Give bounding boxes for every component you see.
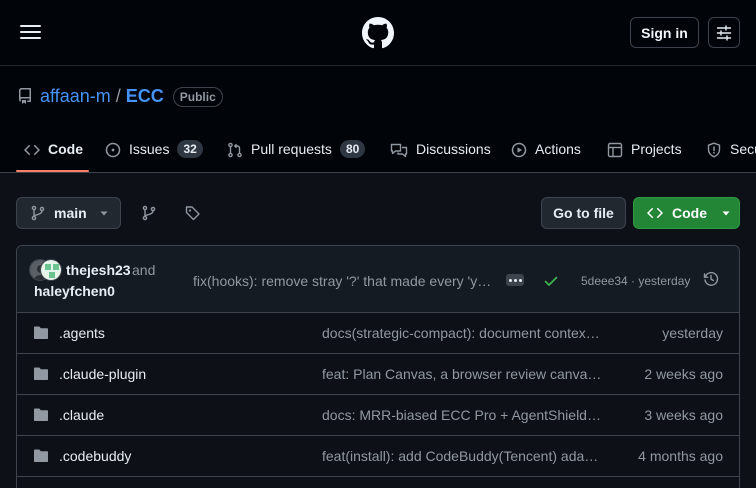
commit-author-link[interactable]: thejesh23: [66, 262, 131, 278]
hamburger-menu-icon[interactable]: [17, 21, 45, 43]
visibility-badge: Public: [172, 86, 223, 107]
table-row[interactable]: .claude docs: MRR-biased ECC Pro + AgentS…: [17, 395, 739, 436]
tab-security-label: Security: [730, 141, 756, 157]
file-name-link[interactable]: .agents: [59, 325, 105, 341]
sliders-icon: [716, 24, 732, 41]
branch-select-button[interactable]: main: [16, 197, 121, 229]
git-branch-icon: [31, 205, 45, 221]
file-commit-message-link[interactable]: docs: MRR-biased ECC Pro + AgentShield s…: [322, 407, 603, 423]
file-browser: thejesh23 and haleyfchen0 fix(hooks): re…: [16, 245, 740, 488]
repo-icon: [17, 88, 33, 104]
expand-commit-message-button[interactable]: [506, 274, 524, 286]
tab-actions-label: Actions: [535, 141, 581, 157]
repo-title: affaan-m / ECC Public: [40, 86, 223, 107]
repo-name-link[interactable]: ECC: [126, 86, 164, 107]
tab-projects-label: Projects: [631, 141, 682, 157]
branch-name: main: [54, 205, 87, 221]
triangle-down-icon: [100, 211, 108, 216]
file-name-link[interactable]: .claude-plugin: [59, 366, 146, 382]
github-logo-icon[interactable]: [362, 17, 394, 49]
folder-icon: [33, 448, 49, 464]
settings-sliders-button[interactable]: [708, 17, 740, 48]
tab-security[interactable]: Security: [706, 138, 756, 173]
issues-count-badge: 32: [177, 140, 203, 158]
file-commit-date: yesterday: [662, 325, 723, 341]
folder-icon: [33, 366, 49, 382]
branches-link-icon[interactable]: [141, 205, 157, 221]
check-status-icon[interactable]: [543, 273, 559, 289]
tab-issues-label: Issues: [129, 141, 170, 157]
repository-header: affaan-m / ECC Public Code Issues 32 Pul…: [0, 66, 756, 173]
folder-icon: [33, 407, 49, 423]
tab-code-label: Code: [48, 141, 83, 157]
tab-discussions-label: Discussions: [416, 141, 491, 157]
tab-issues[interactable]: Issues 32: [105, 138, 203, 173]
active-tab-indicator: [16, 170, 89, 172]
file-commit-date: 4 months ago: [638, 448, 723, 464]
tags-link-icon[interactable]: [185, 205, 201, 221]
repo-owner-link[interactable]: affaan-m: [40, 86, 111, 107]
history-icon[interactable]: [703, 271, 719, 287]
file-name-link[interactable]: .claude: [59, 407, 104, 423]
tab-projects[interactable]: Projects: [607, 138, 682, 173]
tab-pull-requests-label: Pull requests: [251, 141, 332, 157]
file-commit-message-link[interactable]: docs(strategic-compact): document contex…: [322, 325, 603, 341]
pull-requests-count-badge: 80: [339, 140, 366, 158]
tab-pull-requests[interactable]: Pull requests 80: [227, 138, 366, 173]
code-icon: [24, 144, 40, 156]
commit-message-link[interactable]: fix(hooks): remove stray '?' that made e…: [193, 273, 493, 289]
code-dropdown-button[interactable]: Code: [633, 197, 740, 229]
latest-commit-row: thejesh23 and haleyfchen0 fix(hooks): re…: [17, 246, 739, 313]
tab-code[interactable]: Code: [24, 138, 83, 173]
file-commit-message-link[interactable]: feat(install): add CodeBuddy(Tencent) ad…: [322, 448, 603, 464]
play-icon: [511, 142, 527, 158]
issue-opened-icon: [105, 142, 121, 158]
folder-icon: [33, 325, 49, 341]
git-pull-request-icon: [228, 142, 242, 158]
triangle-down-icon: [722, 211, 730, 216]
comment-discussion-icon: [390, 143, 408, 158]
repo-tabs: Code Issues 32 Pull requests 80 Discussi…: [0, 138, 756, 173]
repo-path-separator: /: [115, 86, 121, 106]
commit-author-conjunction: and: [132, 262, 156, 278]
shield-icon: [707, 142, 721, 158]
avatar[interactable]: [40, 259, 62, 281]
file-commit-date: 2 weeks ago: [644, 366, 723, 382]
file-name-link[interactable]: .codebuddy: [59, 448, 131, 464]
table-row[interactable]: .agents docs(strategic-compact): document…: [17, 313, 739, 354]
file-commit-date: 3 weeks ago: [644, 407, 723, 423]
table-row[interactable]: .claude-plugin feat: Plan Canvas, a brows…: [17, 354, 739, 395]
commit-hash-and-time[interactable]: 5deee34 · yesterday: [581, 274, 690, 288]
go-to-file-button[interactable]: Go to file: [541, 197, 626, 229]
table-row[interactable]: .codebuddy feat(install): add CodeBuddy(T…: [17, 436, 739, 477]
code-icon: [647, 207, 663, 219]
file-commit-message-link[interactable]: feat: Plan Canvas, a browser review canv…: [322, 366, 603, 382]
code-button-label: Code: [672, 205, 707, 221]
sign-in-button[interactable]: Sign in: [630, 17, 699, 48]
table-icon: [607, 142, 623, 158]
commit-coauthor-link[interactable]: haleyfchen0: [34, 283, 115, 299]
tab-discussions[interactable]: Discussions: [390, 138, 491, 173]
global-header: Sign in: [0, 0, 756, 66]
tab-actions[interactable]: Actions: [511, 138, 581, 173]
